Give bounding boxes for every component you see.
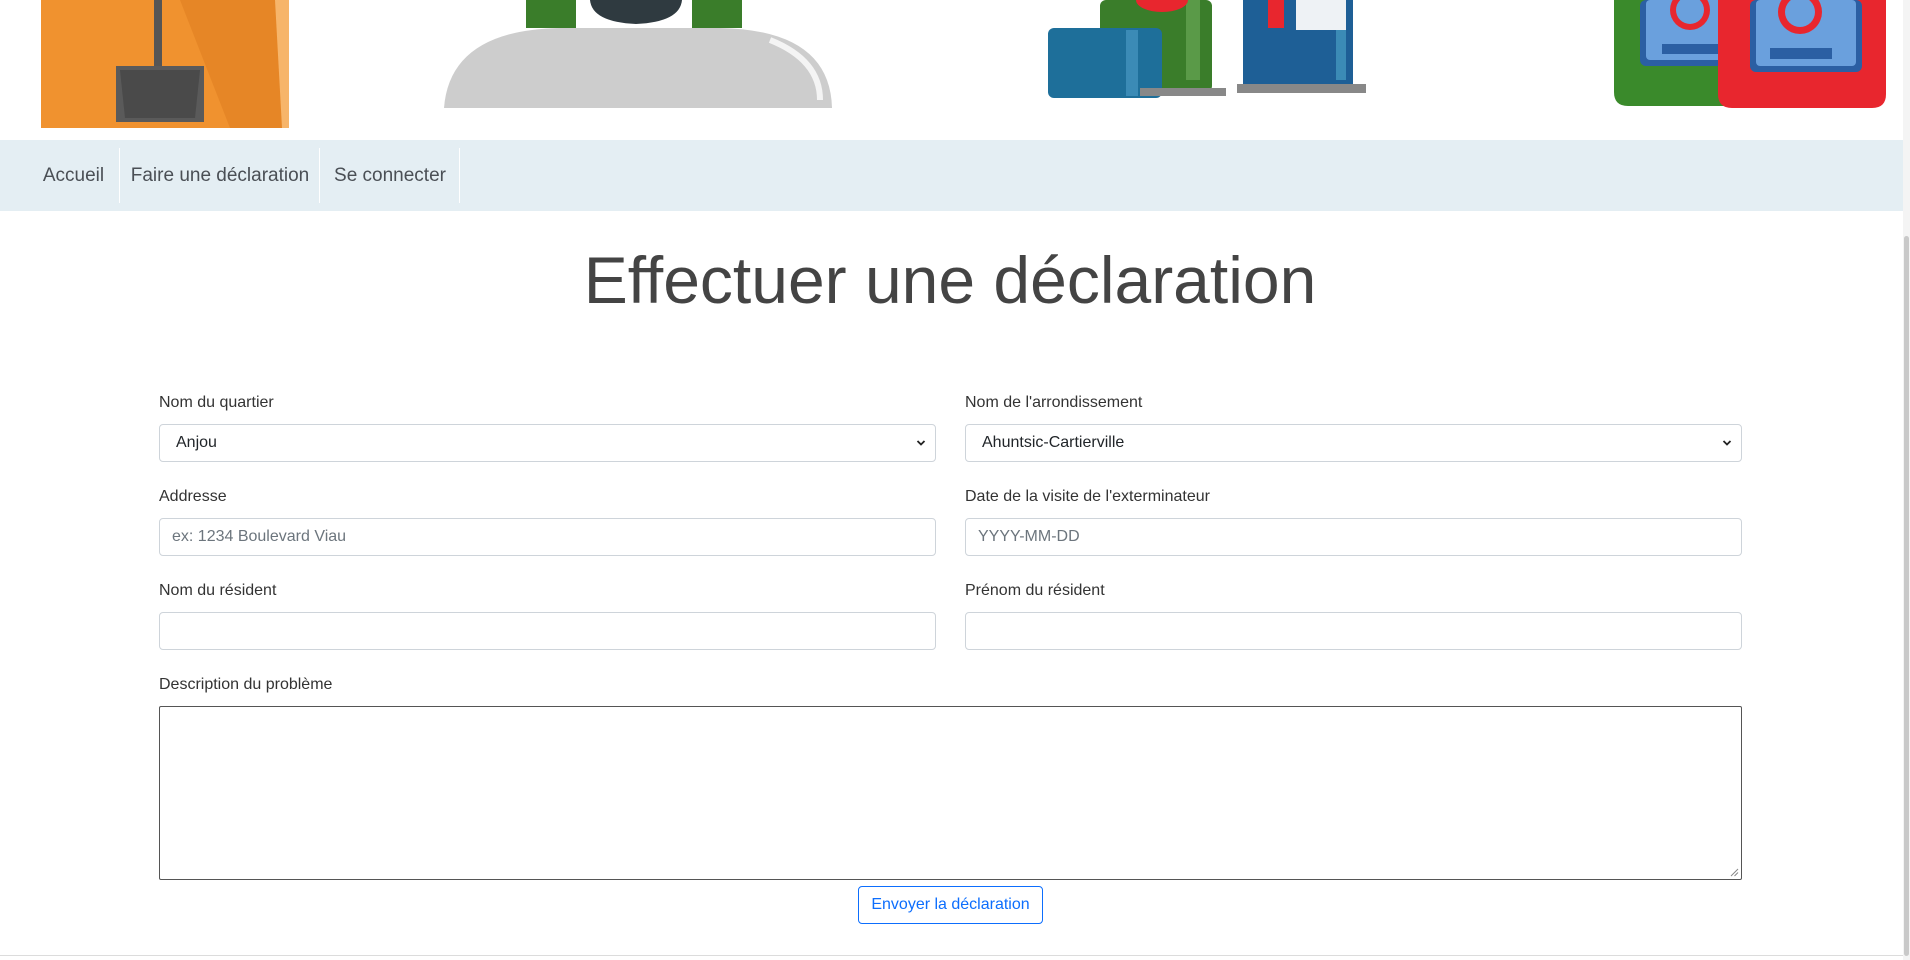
nom-resident-input[interactable] — [159, 612, 936, 650]
repellent-packs-illustration — [1614, 0, 1886, 108]
resize-handle-icon[interactable] — [1729, 867, 1739, 877]
spray-bottles-illustration — [1048, 0, 1366, 98]
date-visite-input[interactable]: YYYY-MM-DD — [965, 518, 1742, 556]
exterminator-illustration — [444, 0, 832, 108]
nav-se-connecter[interactable]: Se connecter — [321, 148, 460, 203]
prenom-resident-input[interactable] — [965, 612, 1742, 650]
box-trap-illustration — [41, 0, 289, 128]
pest-control-illustrations — [41, 0, 1886, 128]
quartier-select[interactable]: Anjou — [159, 424, 936, 462]
chevron-down-icon — [1722, 440, 1732, 446]
header-banner — [0, 0, 1903, 140]
quartier-select-value: Anjou — [176, 434, 217, 451]
arrondissement-select[interactable]: Ahuntsic-Cartierville — [965, 424, 1742, 462]
description-label: Description du problème — [159, 676, 333, 693]
scrollbar-thumb[interactable] — [1904, 236, 1909, 956]
arrondissement-select-value: Ahuntsic-Cartierville — [982, 434, 1125, 451]
arrondissement-label: Nom de l'arrondissement — [965, 394, 1143, 411]
nom-resident-label: Nom du résident — [159, 582, 277, 599]
chevron-down-icon — [916, 440, 926, 446]
nav-accueil[interactable]: Accueil — [28, 148, 120, 203]
description-textarea[interactable] — [159, 706, 1742, 880]
adresse-label: Addresse — [159, 488, 227, 505]
adresse-input[interactable]: ex: 1234 Boulevard Viau — [159, 518, 936, 556]
prenom-resident-label: Prénom du résident — [965, 582, 1105, 599]
nav-faire-declaration[interactable]: Faire une déclaration — [121, 148, 320, 203]
page: Accueil Faire une déclaration Se connect… — [0, 0, 1903, 960]
page-title: Effectuer une déclaration — [583, 243, 1317, 317]
date-visite-label: Date de la visite de l'exterminateur — [965, 488, 1210, 505]
footer-divider — [0, 955, 1903, 956]
quartier-label: Nom du quartier — [159, 394, 274, 411]
submit-declaration-button[interactable]: Envoyer la déclaration — [858, 886, 1043, 924]
main-navbar: Accueil Faire une déclaration Se connect… — [0, 140, 1903, 211]
